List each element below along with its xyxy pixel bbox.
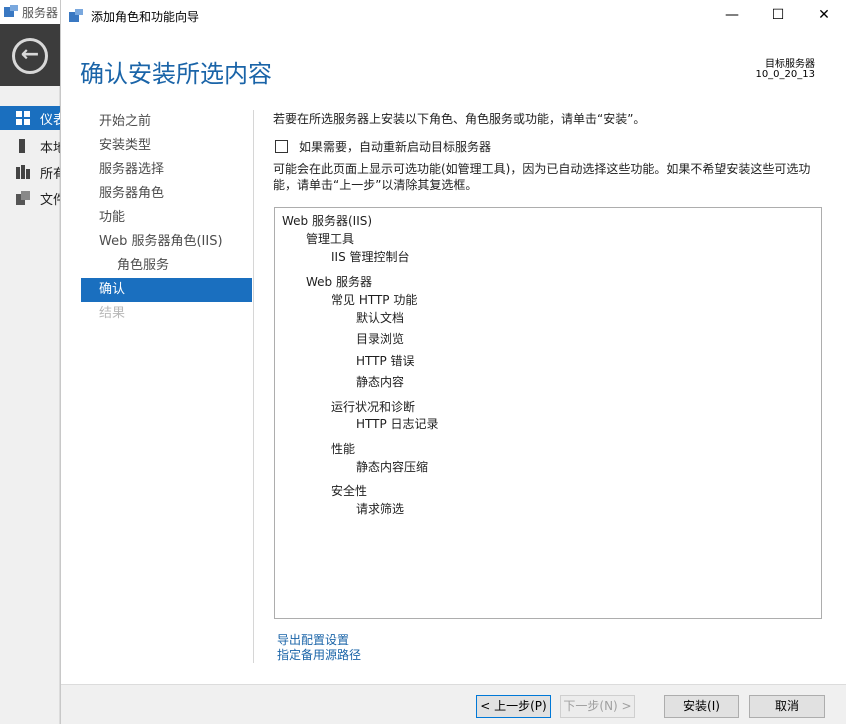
file-services-icon: [16, 191, 30, 205]
server-manager-app-icon: [4, 5, 18, 17]
wizard-app-icon: [69, 9, 83, 22]
sidebar-item-local-server[interactable]: 本地: [0, 134, 66, 158]
step-web-server-role[interactable]: Web 服务器角色(IIS): [81, 230, 252, 254]
instruction-text: 若要在所选服务器上安装以下角色、角色服务或功能，请单击“安装”。: [273, 112, 646, 126]
wizard-titlebar: 添加角色和功能向导 — ☐ ✕: [61, 0, 846, 32]
alternate-source-link[interactable]: 指定备用源路径: [277, 648, 361, 663]
step-confirmation[interactable]: 确认: [81, 278, 252, 302]
step-role-services[interactable]: 角色服务: [81, 254, 252, 278]
step-server-selection[interactable]: 服务器选择: [81, 158, 252, 182]
list-item: 运行状况和诊断: [331, 400, 416, 414]
list-item: 请求筛选: [356, 502, 405, 516]
optional-features-note: 可能会在此页面上显示可选功能(如管理工具)，因为已自动选择这些功能。如果不希望安…: [273, 162, 811, 192]
list-item: HTTP 错误: [356, 354, 415, 368]
cancel-button[interactable]: 取消: [749, 695, 825, 718]
step-before-you-begin[interactable]: 开始之前: [81, 110, 252, 134]
close-button[interactable]: ✕: [801, 0, 846, 32]
step-features[interactable]: 功能: [81, 206, 252, 230]
wizard-steps-nav: 开始之前 安装类型 服务器选择 服务器角色 功能 Web 服务器角色(IIS) …: [81, 110, 252, 326]
sidebar-item-dashboard[interactable]: 仪表: [0, 106, 66, 130]
list-item: 安全性: [331, 484, 368, 498]
list-item: HTTP 日志记录: [356, 417, 439, 431]
target-server-label: 目标服务器: [765, 59, 815, 70]
server-manager-sidebar: 仪表 本地 所有 文件: [0, 86, 66, 724]
step-installation-type[interactable]: 安装类型: [81, 134, 252, 158]
export-config-link[interactable]: 导出配置设置: [277, 633, 361, 648]
list-item: 默认文档: [356, 311, 405, 325]
server-manager-title: 服务器: [22, 6, 59, 20]
config-links: 导出配置设置 指定备用源路径: [277, 633, 361, 663]
wizard-header: 确认安装所选内容 目标服务器 10_0_20_13: [61, 32, 846, 100]
steps-divider: [253, 110, 254, 663]
step-results: 结果: [99, 306, 126, 321]
list-item: 常见 HTTP 功能: [331, 293, 418, 307]
server-icon: [19, 139, 25, 153]
install-button[interactable]: 安装(I): [664, 695, 739, 718]
list-item: 目录浏览: [356, 332, 405, 346]
wizard-footer: < 上一步(P) 下一步(N) > 安装(I) 取消: [61, 684, 846, 724]
window-title: 添加角色和功能向导: [91, 10, 200, 24]
server-manager-nav-bar: ←: [0, 24, 60, 86]
list-item: 静态内容: [356, 375, 405, 389]
page-title: 确认安装所选内容: [80, 60, 272, 88]
sidebar-item-file-services[interactable]: 文件: [0, 186, 66, 210]
servers-icon: [16, 165, 30, 179]
list-item: 静态内容压缩: [356, 460, 429, 474]
maximize-button[interactable]: ☐: [755, 0, 801, 32]
previous-button[interactable]: < 上一步(P): [476, 695, 551, 718]
restart-checkbox-label[interactable]: 如果需要，自动重新启动目标服务器: [299, 138, 491, 155]
install-selection-list[interactable]: Web 服务器(IIS) 管理工具 IIS 管理控制台 Web 服务器 常见 H…: [274, 207, 822, 619]
target-server-name: 10_0_20_13: [755, 69, 815, 80]
server-manager-titlebar: 服务器: [0, 0, 60, 24]
step-server-roles[interactable]: 服务器角色: [81, 182, 252, 206]
list-item: Web 服务器(IIS): [282, 214, 373, 228]
list-item: Web 服务器: [306, 275, 372, 289]
next-button: 下一步(N) >: [560, 695, 635, 718]
restart-checkbox[interactable]: [275, 140, 288, 153]
add-roles-wizard-dialog: 添加角色和功能向导 — ☐ ✕ 确认安装所选内容 目标服务器 10_0_20_1…: [60, 0, 846, 724]
list-item: 管理工具: [306, 232, 355, 246]
list-item: 性能: [331, 442, 356, 456]
back-arrow-icon[interactable]: ←: [12, 38, 48, 74]
list-item: IIS 管理控制台: [331, 250, 410, 264]
sidebar-item-all-servers[interactable]: 所有: [0, 160, 66, 184]
dashboard-icon: [16, 111, 30, 125]
minimize-button[interactable]: —: [709, 0, 755, 32]
